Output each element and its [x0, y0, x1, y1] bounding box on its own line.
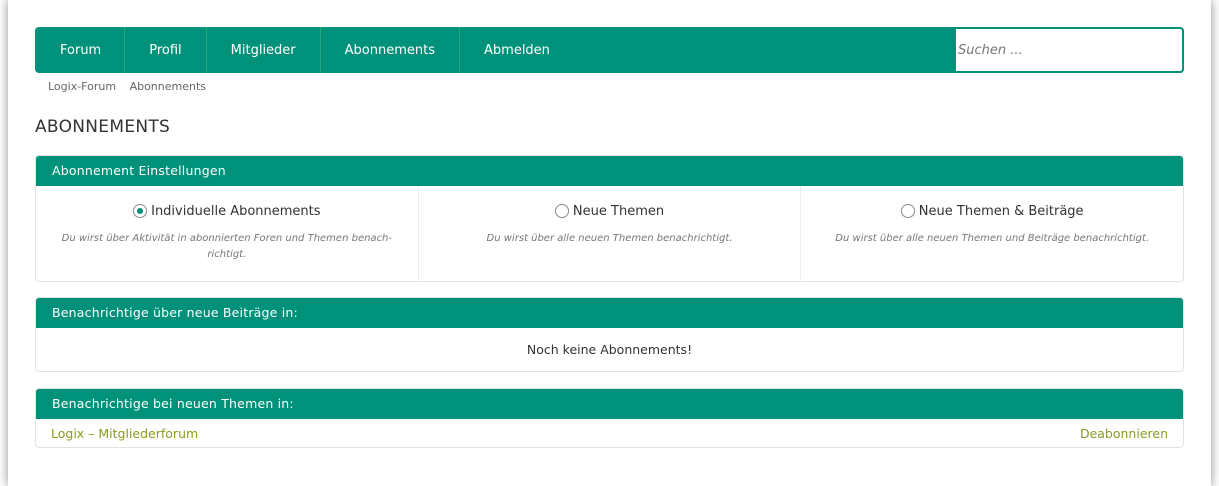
panel-header: Abonnement Einstellungen: [36, 156, 1183, 186]
list-item: Logix – Mitgliederforum Deabonnieren: [36, 419, 1183, 447]
search-input[interactable]: [956, 29, 1182, 71]
option-new-topics-posts-radio-label[interactable]: Neue Themen & Beiträge: [900, 203, 1084, 219]
option-description: Du wirst über Aktivität in abonnierten F…: [61, 233, 393, 260]
option-label: Neue Themen: [572, 203, 665, 219]
option-individual-radio-label[interactable]: Individuelle Abonnements: [133, 203, 321, 219]
radio-checked-icon[interactable]: [133, 204, 148, 218]
option-description: Du wirst über alle neuen Themen und Beit…: [835, 233, 1150, 244]
page-content: Forum Profil Mitglieder Abonnements Abme…: [35, 27, 1184, 448]
forum-link[interactable]: Logix – Mitgliederforum: [51, 426, 198, 441]
new-posts-panel: Benachrichtige über neue Beiträge in: No…: [35, 297, 1184, 372]
panel-header: Benachrichtige über neue Beiträge in:: [36, 298, 1183, 328]
option-new-topics-posts: Neue Themen & Beiträge Du wirst über all…: [801, 186, 1183, 281]
option-new-topics: Neue Themen Du wirst über alle neuen The…: [419, 186, 802, 281]
subscription-settings-panel: Abonnement Einstellungen Individuelle Ab…: [35, 155, 1184, 282]
nav-item-abonnements[interactable]: Abonnements: [321, 27, 461, 73]
search-box: [954, 27, 1184, 73]
page-title: ABONNEMENTS: [35, 117, 171, 137]
nav-item-abmelden[interactable]: Abmelden: [460, 27, 574, 73]
radio-unchecked-icon[interactable]: [554, 204, 569, 218]
radio-unchecked-icon[interactable]: [900, 204, 915, 218]
breadcrumb-item-forum[interactable]: Logix-Forum: [48, 80, 116, 93]
nav-item-profil[interactable]: Profil: [125, 27, 207, 73]
nav-item-forum[interactable]: Forum: [35, 27, 126, 73]
empty-message: Noch keine Abonnements!: [526, 342, 693, 357]
option-label: Individuelle Abonnements: [151, 203, 321, 219]
unsubscribe-link[interactable]: Deabonnieren: [1080, 426, 1168, 441]
nav-item-mitglieder[interactable]: Mitglieder: [207, 27, 321, 73]
subscription-options: Individuelle Abonnements Du wirst über A…: [36, 186, 1183, 281]
browser-frame: Forum Profil Mitglieder Abonnements Abme…: [8, 0, 1211, 486]
new-topics-panel: Benachrichtige bei neuen Themen in: Logi…: [35, 388, 1184, 448]
option-new-topics-radio-label[interactable]: Neue Themen: [554, 203, 665, 219]
option-label: Neue Themen & Beiträge: [918, 203, 1084, 219]
option-description: Du wirst über alle neuen Themen benachri…: [486, 233, 733, 244]
panel-header: Benachrichtige bei neuen Themen in:: [36, 389, 1183, 419]
breadcrumb: Logix-Forum Abonnements: [48, 80, 1184, 94]
top-navbar: Forum Profil Mitglieder Abonnements Abme…: [35, 27, 1184, 73]
breadcrumb-item-abonnements[interactable]: Abonnements: [130, 80, 206, 93]
option-individual: Individuelle Abonnements Du wirst über A…: [36, 186, 419, 281]
